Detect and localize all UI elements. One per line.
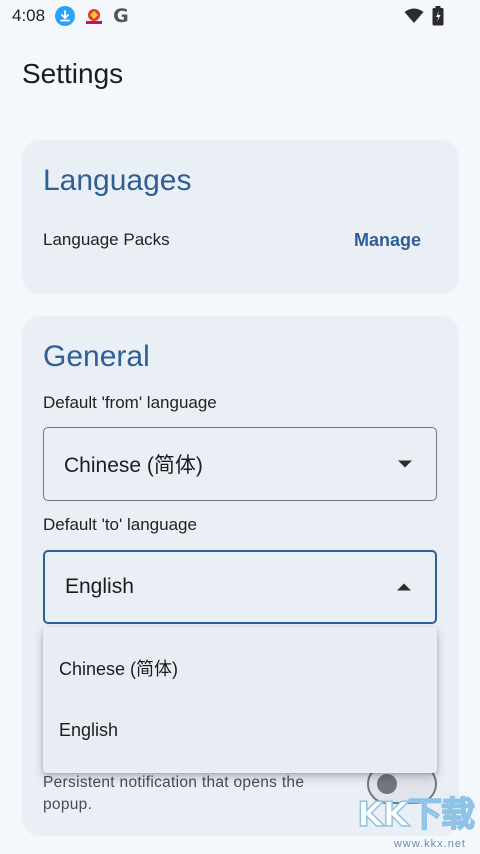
status-bar: 4:08 G xyxy=(0,0,480,32)
status-system-icons xyxy=(404,6,444,31)
to-language-select[interactable]: English xyxy=(43,550,437,624)
app-icon xyxy=(83,6,105,26)
page-title: Settings xyxy=(22,58,124,89)
dropdown-option-english[interactable]: English xyxy=(59,720,118,741)
wifi-icon xyxy=(404,8,424,29)
download-icon xyxy=(55,6,76,26)
general-section-title: General xyxy=(43,340,150,373)
languages-card: Languages Language Packs Manage xyxy=(22,140,459,294)
language-packs-label: Language Packs xyxy=(43,230,170,249)
from-language-select[interactable]: Chinese (简体) xyxy=(43,427,437,501)
status-time: 4:08 xyxy=(12,6,46,25)
dropdown-arrow-down-icon xyxy=(398,460,412,468)
google-icon: G xyxy=(113,5,129,27)
to-language-value: English xyxy=(65,575,134,598)
watermark-text: KK下载 xyxy=(357,794,476,836)
manage-button[interactable]: Manage xyxy=(354,230,421,251)
watermark-url: www.kkx.net xyxy=(393,838,466,850)
from-language-label: Default 'from' language xyxy=(43,393,217,412)
to-language-label: Default 'to' language xyxy=(43,515,197,534)
from-language-value: Chinese (简体) xyxy=(64,454,203,477)
watermark-logo: KK下载 www.kkx.net xyxy=(357,787,476,850)
battery-icon xyxy=(432,6,444,31)
dropdown-arrow-up-icon xyxy=(397,583,411,591)
status-notification-icons: G xyxy=(55,5,129,27)
to-language-dropdown-menu: Chinese (简体) English xyxy=(43,627,437,773)
languages-section-title: Languages xyxy=(43,164,192,197)
notification-description: Persistent notification that opens the p… xyxy=(43,774,305,813)
dropdown-option-chinese[interactable]: Chinese (简体) xyxy=(59,655,178,681)
